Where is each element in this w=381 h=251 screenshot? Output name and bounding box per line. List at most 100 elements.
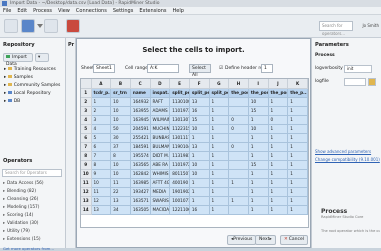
table-cell[interactable]: 162842 bbox=[130, 169, 151, 179]
table-cell[interactable]: 1 bbox=[248, 151, 269, 161]
table-cell[interactable]: 15 bbox=[189, 115, 210, 125]
row-number[interactable]: 5 bbox=[81, 124, 92, 134]
table-cell[interactable]: 163955 bbox=[130, 106, 151, 116]
table-cell[interactable]: 10 bbox=[110, 97, 131, 107]
table-cell[interactable]: 2 bbox=[91, 106, 112, 116]
row-number[interactable]: 4 bbox=[81, 115, 92, 125]
header-cell[interactable]: the_pos... bbox=[268, 88, 289, 98]
column-letter[interactable]: A bbox=[91, 79, 112, 89]
table-cell[interactable]: 1901902 bbox=[169, 187, 190, 197]
table-cell[interactable]: ADAMS bbox=[150, 106, 171, 116]
header-cell[interactable]: split_pe... bbox=[189, 88, 210, 98]
save-icon[interactable] bbox=[44, 19, 58, 33]
table-cell[interactable]: 1 bbox=[287, 142, 308, 152]
header-cell[interactable]: inspat... bbox=[150, 88, 171, 98]
table-cell[interactable]: 1101973 bbox=[169, 106, 190, 116]
menu-item-edit[interactable]: Edit bbox=[17, 7, 27, 14]
table-row[interactable]: 8 7 8 195574 DIDT M. 1131981 1 1 1 1 1 bbox=[81, 151, 308, 161]
operator-search-field[interactable]: Search for Operators bbox=[2, 169, 62, 177]
table-cell[interactable]: 1 bbox=[189, 196, 210, 206]
table-cell[interactable]: 5 bbox=[91, 133, 112, 143]
cell-range-input[interactable]: A:K bbox=[147, 64, 179, 73]
compatibility-link[interactable]: Change compatibility (9.10.001) bbox=[315, 157, 380, 162]
previous-button[interactable]: ◂Previous bbox=[227, 235, 257, 245]
grid-corner[interactable] bbox=[81, 79, 92, 89]
table-cell[interactable]: 1 bbox=[248, 115, 269, 125]
table-cell[interactable]: 195574 bbox=[130, 151, 151, 161]
import-data-button[interactable]: Import Data bbox=[3, 53, 33, 67]
table-cell[interactable]: 1 bbox=[189, 133, 210, 143]
operator-group-0[interactable]: ▸ Data Access (56) bbox=[3, 181, 44, 186]
table-cell[interactable]: 12 bbox=[91, 196, 112, 206]
table-cell[interactable]: 163505 bbox=[130, 205, 151, 215]
table-cell[interactable]: 10 bbox=[189, 169, 210, 179]
header-cell[interactable]: split_pe... bbox=[169, 88, 190, 98]
table-cell[interactable]: 13 bbox=[91, 205, 112, 215]
table-cell[interactable]: 11 bbox=[91, 187, 112, 197]
table-row[interactable]: 12 11 22 193427 MEDIA 1901902 1 1 1 1 1 bbox=[81, 187, 308, 197]
tree-item-samples[interactable]: ▸ Samples bbox=[4, 75, 33, 80]
menu-item-extensions[interactable]: Extensions bbox=[139, 7, 166, 14]
table-cell[interactable]: 1 bbox=[287, 205, 308, 215]
logverbosity-select[interactable]: init bbox=[344, 65, 372, 73]
table-cell[interactable]: WILMAIN bbox=[150, 115, 171, 125]
operator-search-input[interactable]: Search for operators... bbox=[319, 21, 353, 36]
sheet-select[interactable]: Sheet1 bbox=[93, 64, 115, 73]
user-account-label[interactable]: Jo Smith bbox=[362, 21, 379, 31]
header-cell[interactable]: the_p... bbox=[287, 88, 308, 98]
table-cell[interactable]: SWARIS bbox=[150, 196, 171, 206]
header-name-row[interactable]: 1tcdr_p...sr_trnnameinspat...split_pe...… bbox=[81, 88, 308, 98]
table-cell[interactable]: MACIDA bbox=[150, 205, 171, 215]
operator-group-4[interactable]: ▸ Scoring (14) bbox=[3, 213, 33, 218]
table-cell[interactable]: 1 bbox=[248, 178, 269, 188]
table-row[interactable]: 11 10 11 163985 AFTT 4G 400190 1 1 1 1 1 1 bbox=[81, 178, 308, 188]
table-cell[interactable]: 193427 bbox=[130, 187, 151, 197]
table-cell[interactable]: 0 bbox=[228, 115, 249, 125]
table-cell[interactable]: 1 bbox=[268, 133, 289, 143]
table-cell[interactable]: 1301307 bbox=[169, 115, 190, 125]
table-row[interactable]: 10 9 10 162842 WHIMIS 8011507 10 1 1 1 1 bbox=[81, 169, 308, 179]
table-cell[interactable]: 1130100 bbox=[169, 97, 190, 107]
table-cell[interactable]: 1 bbox=[228, 178, 249, 188]
table-cell[interactable]: 37 bbox=[110, 142, 131, 152]
row-number[interactable]: 10 bbox=[81, 169, 92, 179]
row-number[interactable]: 3 bbox=[81, 106, 92, 116]
column-letter[interactable]: G bbox=[209, 79, 230, 89]
get-more-operators-link[interactable]: Get more operators from... bbox=[3, 246, 54, 251]
operator-group-3[interactable]: ▸ Modeling (157) bbox=[3, 205, 39, 210]
table-cell[interactable]: 0 bbox=[268, 115, 289, 125]
row-number[interactable]: 11 bbox=[81, 178, 92, 188]
header-cell[interactable]: tcdr_p... bbox=[91, 88, 112, 98]
table-cell[interactable]: 10 bbox=[110, 106, 131, 116]
repository-menu-button[interactable]: ▾ bbox=[35, 53, 49, 62]
column-letter[interactable]: B bbox=[110, 79, 131, 89]
table-cell[interactable]: 1 bbox=[287, 178, 308, 188]
table-cell[interactable]: 10 bbox=[110, 160, 131, 170]
table-cell[interactable]: 1 bbox=[287, 160, 308, 170]
table-cell[interactable]: 1 bbox=[248, 205, 269, 215]
table-cell[interactable]: 13 bbox=[189, 97, 210, 107]
row-number[interactable]: 14 bbox=[81, 205, 92, 215]
table-cell[interactable]: AFTT 4G bbox=[150, 178, 171, 188]
row-number[interactable]: 6 bbox=[81, 133, 92, 143]
table-cell[interactable]: 8 bbox=[91, 160, 112, 170]
header-cell[interactable]: sr_trn bbox=[110, 88, 131, 98]
column-letter[interactable]: D bbox=[150, 79, 171, 89]
table-cell[interactable]: 1 bbox=[209, 106, 230, 116]
table-cell[interactable]: 0 bbox=[228, 142, 249, 152]
column-letter[interactable]: J bbox=[268, 79, 289, 89]
table-cell[interactable]: 400190 bbox=[169, 178, 190, 188]
table-cell[interactable] bbox=[228, 187, 249, 197]
table-cell[interactable]: 1 bbox=[248, 142, 269, 152]
table-row[interactable]: 9 8 10 163565 ABE RA 1101972 10 1 15 1 1 bbox=[81, 160, 308, 170]
table-cell[interactable]: 9 bbox=[91, 169, 112, 179]
table-cell[interactable]: 1 bbox=[209, 160, 230, 170]
table-cell[interactable]: BULMAN bbox=[150, 142, 171, 152]
table-cell[interactable]: 163565 bbox=[130, 160, 151, 170]
table-cell[interactable]: 1301117 bbox=[169, 133, 190, 143]
table-cell[interactable]: 1 bbox=[268, 187, 289, 197]
table-cell[interactable]: 184591 bbox=[130, 142, 151, 152]
table-cell[interactable]: 7 bbox=[91, 151, 112, 161]
table-cell[interactable]: 163945 bbox=[130, 115, 151, 125]
header-cell[interactable]: name bbox=[130, 88, 151, 98]
